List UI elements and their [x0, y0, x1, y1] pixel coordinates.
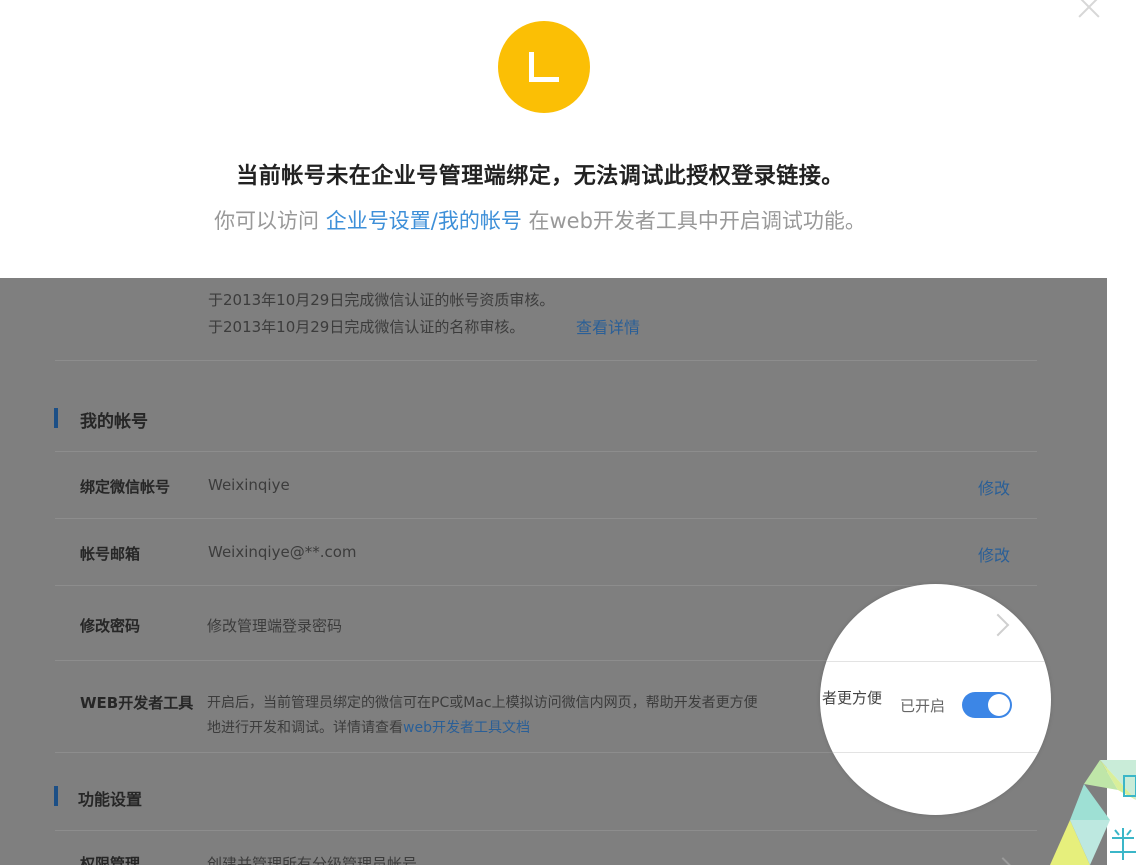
devtools-status-label: 已开启 [900, 697, 946, 715]
avatar-letter-icon [529, 52, 559, 82]
chevron-right-icon[interactable] [986, 613, 1010, 637]
row-value-permissions: 创建并管理所有分级管理员帐号 [207, 855, 418, 865]
devtools-toggle[interactable] [962, 692, 1012, 718]
avatar [498, 21, 590, 113]
row-label-password: 修改密码 [80, 617, 141, 635]
divider [820, 752, 1051, 753]
cert-line-1: 于2013年10月29日完成微信认证的帐号资质审核。 [208, 291, 555, 309]
devtools-description: 开启后，当前管理员绑定的微信可在PC或Mac上模拟访问微信内网页，帮助开发者更方… [207, 695, 758, 711]
row-label-devtools: WEB开发者工具 [80, 694, 194, 712]
account-settings-link[interactable]: 企业号设置/我的帐号 [326, 209, 522, 233]
devtools-description-fragment: 者更方便 [822, 689, 883, 707]
row-value-email: Weixinqiye@**.com [208, 543, 357, 561]
divider [55, 518, 1037, 519]
help-prefix: 你可以访问 [214, 209, 326, 233]
error-message: 当前帐号未在企业号管理端绑定，无法调试此授权登录链接。 [236, 164, 844, 189]
row-value-password[interactable]: 修改管理端登录密码 [207, 615, 342, 636]
devtools-docs-link[interactable]: web开发者工具文档 [403, 720, 530, 736]
close-icon[interactable] [1074, 0, 1104, 22]
row-label-wechat: 绑定微信帐号 [80, 478, 171, 496]
watermark-logo-icon [1050, 760, 1136, 865]
section-title-account: 我的帐号 [80, 412, 148, 432]
divider [55, 360, 1037, 361]
divider [55, 585, 1037, 586]
section-title-features: 功能设置 [78, 790, 143, 809]
cert-details-link[interactable]: 查看详情 [576, 314, 640, 338]
help-message: 你可以访问 企业号设置/我的帐号 在web开发者工具中开启调试功能。 [0, 205, 1080, 235]
cert-line-2: 于2013年10月29日完成微信认证的名称审核。 [208, 318, 525, 336]
divider [55, 830, 1037, 831]
edit-email-button[interactable]: 修改 [978, 542, 1010, 566]
magnifier-highlight: 者更方便 已开启 [820, 584, 1051, 815]
section-marker [54, 408, 58, 428]
divider [55, 451, 1037, 452]
edit-wechat-button[interactable]: 修改 [978, 475, 1010, 499]
row-label-permissions: 权限管理 [80, 855, 141, 865]
help-suffix: 在web开发者工具中开启调试功能。 [521, 209, 866, 233]
devtools-desc-text: 地进行开发和调试。详情请查看 [207, 720, 403, 736]
chevron-right-icon[interactable] [993, 857, 1013, 865]
row-label-email: 帐号邮箱 [80, 545, 141, 563]
devtools-description-2: 地进行开发和调试。详情请查看web开发者工具文档 [207, 717, 530, 737]
section-marker [54, 786, 58, 806]
divider [820, 661, 1051, 662]
toggle-knob [988, 694, 1010, 716]
row-value-wechat: Weixinqiye [208, 476, 290, 494]
